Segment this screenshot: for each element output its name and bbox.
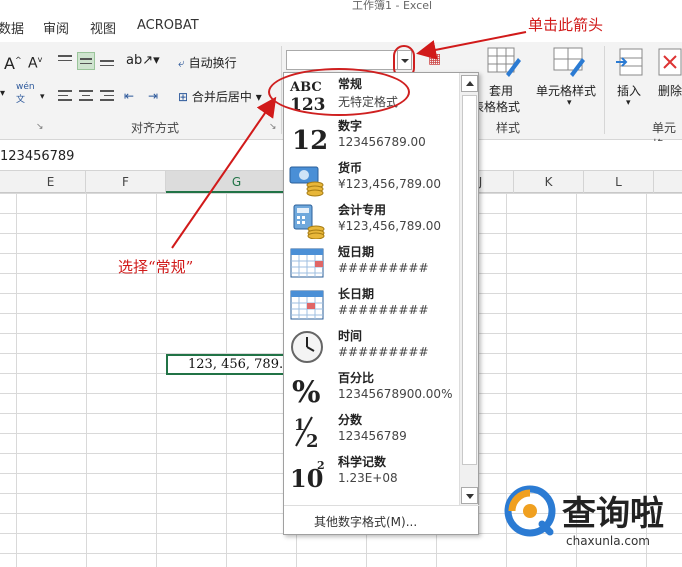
alignment-group-label: 对齐方式: [131, 121, 180, 135]
tab-view[interactable]: 视图: [90, 18, 116, 37]
annotation-click-arrow: 单击此箭头: [528, 16, 604, 34]
format-item-long-date[interactable]: 长日期 #########: [284, 283, 458, 325]
format-example: 123456789: [338, 429, 407, 443]
cell-styles-icon[interactable]: [552, 46, 588, 80]
scroll-down-icon[interactable]: [461, 487, 478, 504]
delete-button[interactable]: 删除: [658, 82, 682, 99]
alignment-dialog-launcher-icon[interactable]: ↘: [269, 122, 277, 132]
general-highlight-circle: [268, 68, 410, 116]
format-item-short-date[interactable]: 短日期 #########: [284, 241, 458, 283]
annotation-choose-general: 选择“常规”: [118, 258, 194, 276]
wrap-text-icon: ⤶: [178, 56, 185, 70]
increase-indent-icon[interactable]: ⇥: [148, 89, 158, 103]
clock-icon: [291, 331, 323, 363]
watermark-logo: 查询啦 chaxunla.com: [500, 478, 682, 567]
format-item-number[interactable]: 12 数字 123456789.00: [284, 115, 458, 157]
align-bottom-icon[interactable]: [98, 52, 116, 70]
align-left-icon[interactable]: [56, 87, 74, 105]
align-center-icon[interactable]: [77, 87, 95, 105]
format-item-fraction[interactable]: 1 2 分数 123456789: [284, 409, 458, 451]
insert-dropdown-icon[interactable]: ▾: [626, 98, 631, 108]
watermark-url: chaxunla.com: [566, 534, 650, 548]
calendar-icon: [290, 248, 324, 278]
scientific-icon: 10 2: [290, 459, 325, 491]
number-12-icon: 12: [292, 126, 326, 155]
format-example: 123456789.00: [338, 135, 426, 149]
fraction-icon: 1 2: [294, 415, 319, 449]
format-name: 长日期: [338, 287, 375, 301]
format-example: #########: [338, 303, 429, 317]
svg-text:%: %: [292, 375, 321, 407]
column-header-e[interactable]: E: [16, 171, 86, 193]
merge-center-button[interactable]: ⊞ 合并后居中 ▾: [178, 88, 262, 105]
format-name: 数字: [338, 119, 363, 133]
calendar-icon: [290, 290, 324, 320]
title-bar: 工作簿1 - Excel: [0, 0, 682, 12]
svg-text:2: 2: [306, 431, 319, 449]
dropdown-small-icon[interactable]: ▾: [0, 88, 5, 99]
font-dialog-launcher-icon[interactable]: ↘: [36, 122, 44, 132]
format-name: 会计专用: [338, 203, 387, 217]
insert-icon[interactable]: [614, 46, 646, 78]
format-example: #########: [338, 345, 429, 359]
delete-icon[interactable]: [656, 46, 682, 78]
format-example: ¥123,456,789.00: [338, 219, 442, 233]
format-example: 1.23E+08: [338, 471, 398, 485]
decrease-indent-icon[interactable]: ⇤: [124, 89, 134, 103]
number-format-combobox[interactable]: [286, 50, 398, 70]
align-top-icon[interactable]: [56, 52, 74, 70]
scroll-thumb[interactable]: [462, 95, 477, 465]
more-number-formats-link[interactable]: 其他数字格式(M)...: [314, 513, 417, 530]
format-name: 分数: [338, 413, 363, 427]
cell-styles-dropdown-icon[interactable]: ▾: [567, 98, 572, 108]
tab-data[interactable]: 数据: [0, 18, 24, 37]
insert-button[interactable]: 插入: [617, 82, 641, 99]
format-example: 12345678900.00%: [338, 387, 453, 401]
conditional-format-icon[interactable]: ▦: [428, 51, 441, 67]
format-name: 时间: [338, 329, 363, 343]
format-example: #########: [338, 261, 429, 275]
currency-icon: [289, 166, 324, 197]
merge-icon: ⊞: [178, 90, 189, 104]
column-header-f[interactable]: F: [86, 171, 166, 193]
align-middle-icon[interactable]: [77, 52, 95, 70]
svg-text:2: 2: [317, 459, 325, 472]
svg-text:12: 12: [292, 126, 326, 155]
format-item-accounting[interactable]: 会计专用 ¥123,456,789.00: [284, 199, 458, 241]
table-format-icon[interactable]: [486, 46, 522, 80]
tab-acrobat[interactable]: ACROBAT: [137, 18, 199, 33]
column-header-l[interactable]: L: [584, 171, 654, 193]
font-shrink-icon[interactable]: Av: [28, 55, 42, 72]
format-item-percent[interactable]: % 百分比 12345678900.00%: [284, 367, 458, 409]
number-format-dropdown: ABC 123 常规 无特定格式 12 数字 123456789.00 货币 ¥…: [283, 72, 480, 535]
font-grow-icon[interactable]: A^: [4, 54, 22, 73]
tab-review[interactable]: 审阅: [43, 18, 69, 37]
format-item-time[interactable]: 时间 #########: [284, 325, 458, 367]
watermark-name: 查询啦: [562, 494, 664, 534]
table-format-label-bottom[interactable]: 表格格式: [472, 98, 520, 115]
orientation-icon[interactable]: ab↗▾: [126, 53, 160, 68]
accounting-icon: [293, 204, 325, 239]
table-format-label-top: 套用: [489, 84, 514, 98]
format-name: 科学记数: [338, 455, 387, 469]
phonetic-dropdown-icon[interactable]: ▾: [40, 92, 45, 102]
phonetic-icon[interactable]: wén 文: [16, 82, 35, 105]
column-header-k[interactable]: K: [514, 171, 584, 193]
percent-icon: %: [292, 375, 321, 407]
wrap-text-button[interactable]: ⤶ 自动换行: [178, 54, 237, 71]
format-item-currency[interactable]: 货币 ¥123,456,789.00: [284, 157, 458, 199]
styles-group-label: 样式: [496, 121, 521, 135]
dropdown-scrollbar[interactable]: [459, 73, 478, 506]
format-name: 百分比: [338, 371, 375, 385]
format-name: 短日期: [338, 245, 375, 259]
formula-bar-value: 123456789: [0, 149, 75, 164]
format-example: ¥123,456,789.00: [338, 177, 442, 191]
format-item-scientific[interactable]: 10 2 科学记数 1.23E+08: [284, 451, 458, 493]
align-right-icon[interactable]: [98, 87, 116, 105]
format-name: 货币: [338, 161, 363, 175]
cell-styles-button[interactable]: 单元格样式: [536, 82, 596, 99]
scroll-up-icon[interactable]: [461, 75, 478, 92]
